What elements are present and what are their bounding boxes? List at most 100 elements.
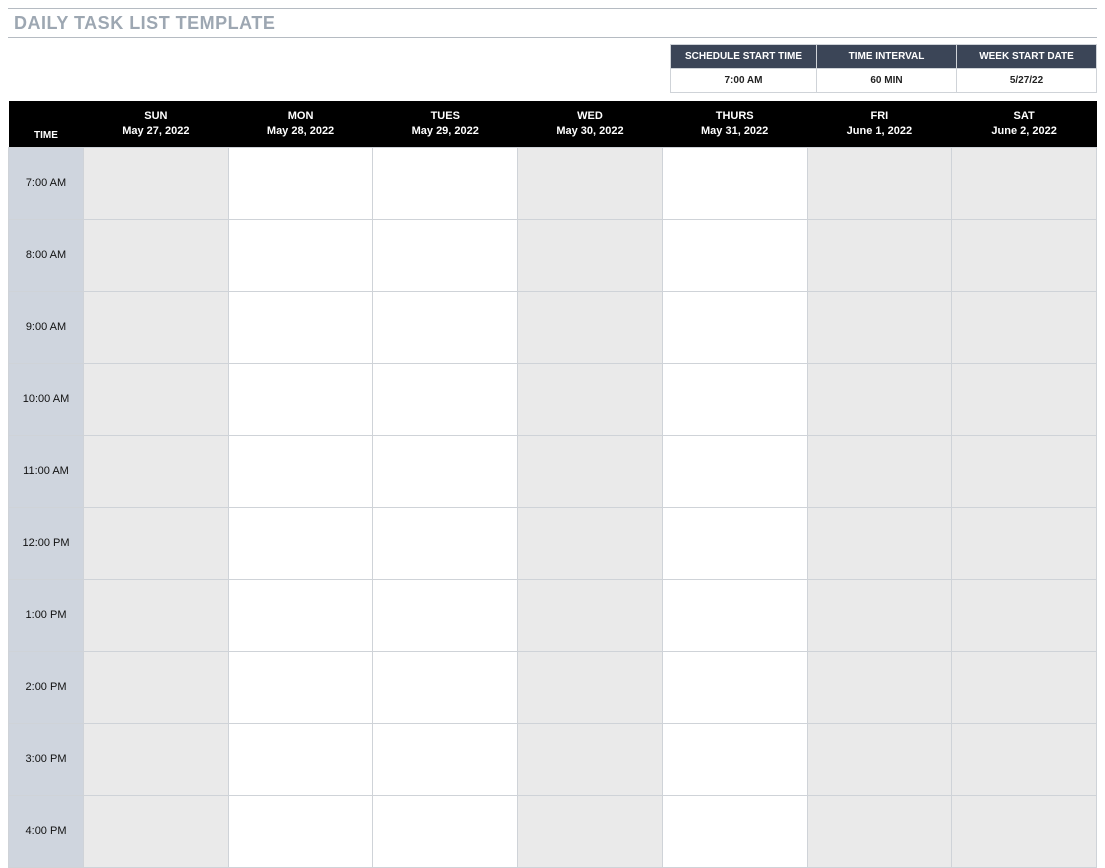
schedule-cell[interactable] [228,651,373,723]
time-label: 11:00 AM [9,435,84,507]
day-date: June 1, 2022 [811,124,948,139]
schedule-cell[interactable] [952,723,1097,795]
schedule-cell[interactable] [807,363,952,435]
schedule-cell[interactable] [518,723,663,795]
schedule-cell[interactable] [84,579,229,651]
schedule-cell[interactable] [518,363,663,435]
schedule-cell[interactable] [807,795,952,867]
config-value-interval[interactable]: 60 MIN [817,69,957,93]
schedule-cell[interactable] [662,579,807,651]
schedule-cell[interactable] [84,219,229,291]
schedule-cell[interactable] [952,651,1097,723]
schedule-cell[interactable] [373,435,518,507]
schedule-cell[interactable] [373,579,518,651]
day-dow: MON [232,109,369,124]
day-date: May 30, 2022 [522,124,659,139]
schedule-cell[interactable] [228,579,373,651]
schedule-cell[interactable] [662,507,807,579]
schedule-cell[interactable] [952,435,1097,507]
schedule-cell[interactable] [807,507,952,579]
schedule-cell[interactable] [952,579,1097,651]
schedule-cell[interactable] [662,219,807,291]
schedule-cell[interactable] [807,219,952,291]
schedule-cell[interactable] [518,291,663,363]
schedule-cell[interactable] [373,291,518,363]
schedule-cell[interactable] [228,507,373,579]
schedule-cell[interactable] [662,291,807,363]
schedule-cell[interactable] [373,363,518,435]
schedule-cell[interactable] [518,507,663,579]
day-dow: SAT [956,109,1093,124]
schedule-cell[interactable] [84,795,229,867]
schedule-cell[interactable] [952,363,1097,435]
schedule-cell[interactable] [373,147,518,219]
time-label: 9:00 AM [9,291,84,363]
day-header-wed: WED May 30, 2022 [518,101,663,147]
config-panel: SCHEDULE START TIME TIME INTERVAL WEEK S… [8,38,1097,101]
schedule-cell[interactable] [84,147,229,219]
schedule-cell[interactable] [228,219,373,291]
schedule-cell[interactable] [807,723,952,795]
schedule-cell[interactable] [84,291,229,363]
schedule-cell[interactable] [662,147,807,219]
schedule-cell[interactable] [662,651,807,723]
schedule-cell[interactable] [807,579,952,651]
schedule-cell[interactable] [662,363,807,435]
schedule-cell[interactable] [807,435,952,507]
schedule-cell[interactable] [662,723,807,795]
schedule-cell[interactable] [518,651,663,723]
schedule-cell[interactable] [228,363,373,435]
day-date: May 31, 2022 [666,124,803,139]
day-date: May 28, 2022 [232,124,369,139]
day-header-thurs: THURS May 31, 2022 [662,101,807,147]
day-date: June 2, 2022 [956,124,1093,139]
schedule-cell[interactable] [518,435,663,507]
config-header-start-time: SCHEDULE START TIME [670,45,816,69]
schedule-cell[interactable] [228,795,373,867]
schedule-row: 7:00 AM [9,147,1097,219]
schedule-cell[interactable] [807,291,952,363]
schedule-cell[interactable] [518,219,663,291]
day-header-fri: FRI June 1, 2022 [807,101,952,147]
schedule-cell[interactable] [228,291,373,363]
schedule-cell[interactable] [84,723,229,795]
schedule-cell[interactable] [373,219,518,291]
schedule-cell[interactable] [952,291,1097,363]
schedule-cell[interactable] [807,147,952,219]
schedule-cell[interactable] [373,651,518,723]
day-dow: FRI [811,109,948,124]
config-value-start-time[interactable]: 7:00 AM [670,69,816,93]
schedule-cell[interactable] [373,507,518,579]
schedule-cell[interactable] [84,507,229,579]
day-header-sat: SAT June 2, 2022 [952,101,1097,147]
schedule-cell[interactable] [84,363,229,435]
schedule-row: 9:00 AM [9,291,1097,363]
schedule-cell[interactable] [373,723,518,795]
config-header-interval: TIME INTERVAL [817,45,957,69]
schedule-cell[interactable] [228,723,373,795]
schedule-cell[interactable] [84,651,229,723]
schedule-cell[interactable] [228,147,373,219]
schedule-cell[interactable] [518,579,663,651]
schedule-cell[interactable] [952,795,1097,867]
time-label: 4:00 PM [9,795,84,867]
schedule-cell[interactable] [952,507,1097,579]
schedule-cell[interactable] [662,435,807,507]
config-table: SCHEDULE START TIME TIME INTERVAL WEEK S… [670,44,1097,93]
schedule-corner-label: TIME [9,101,84,147]
schedule-row: 8:00 AM [9,219,1097,291]
time-label: 10:00 AM [9,363,84,435]
schedule-cell[interactable] [518,147,663,219]
day-dow: SUN [88,109,225,124]
schedule-cell[interactable] [807,651,952,723]
schedule-cell[interactable] [952,219,1097,291]
schedule-row: 3:00 PM [9,723,1097,795]
schedule-cell[interactable] [228,435,373,507]
schedule-cell[interactable] [662,795,807,867]
config-value-week-start[interactable]: 5/27/22 [957,69,1097,93]
schedule-cell[interactable] [518,795,663,867]
schedule-cell[interactable] [373,795,518,867]
schedule-table: TIME SUN May 27, 2022 MON May 28, 2022 T… [8,101,1097,868]
schedule-cell[interactable] [952,147,1097,219]
schedule-cell[interactable] [84,435,229,507]
